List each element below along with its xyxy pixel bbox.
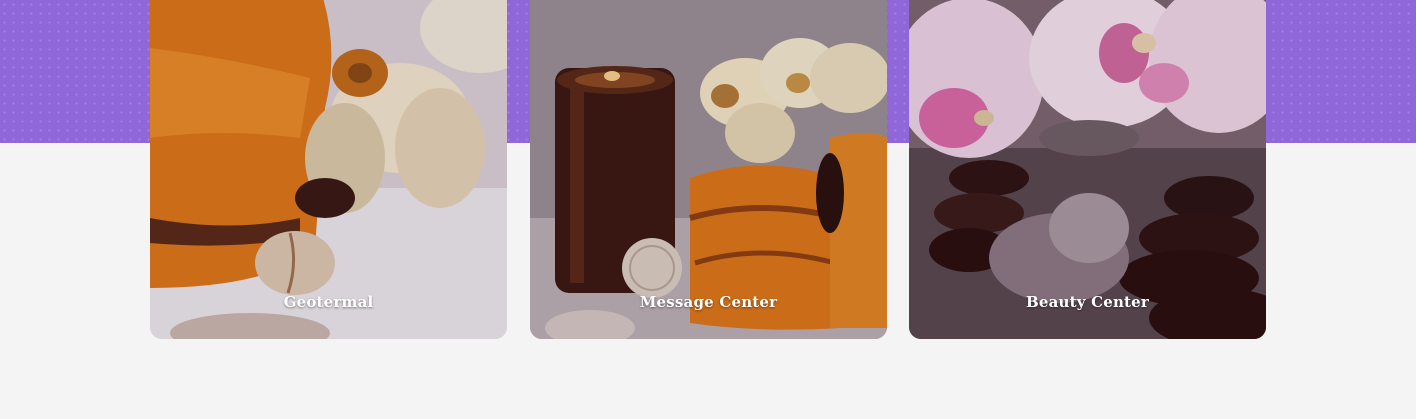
service-card-beauty-center[interactable]: Beauty Center [909, 0, 1266, 339]
service-title[interactable]: Geotermal [150, 293, 507, 311]
service-title[interactable]: Beauty Center [909, 293, 1266, 311]
service-cards: Geotermal Message Center Beauty Center [150, 0, 1267, 339]
service-title[interactable]: Message Center [530, 293, 887, 311]
service-card-geotermal[interactable]: Geotermal [150, 0, 507, 339]
service-card-message-center[interactable]: Message Center [530, 0, 887, 339]
